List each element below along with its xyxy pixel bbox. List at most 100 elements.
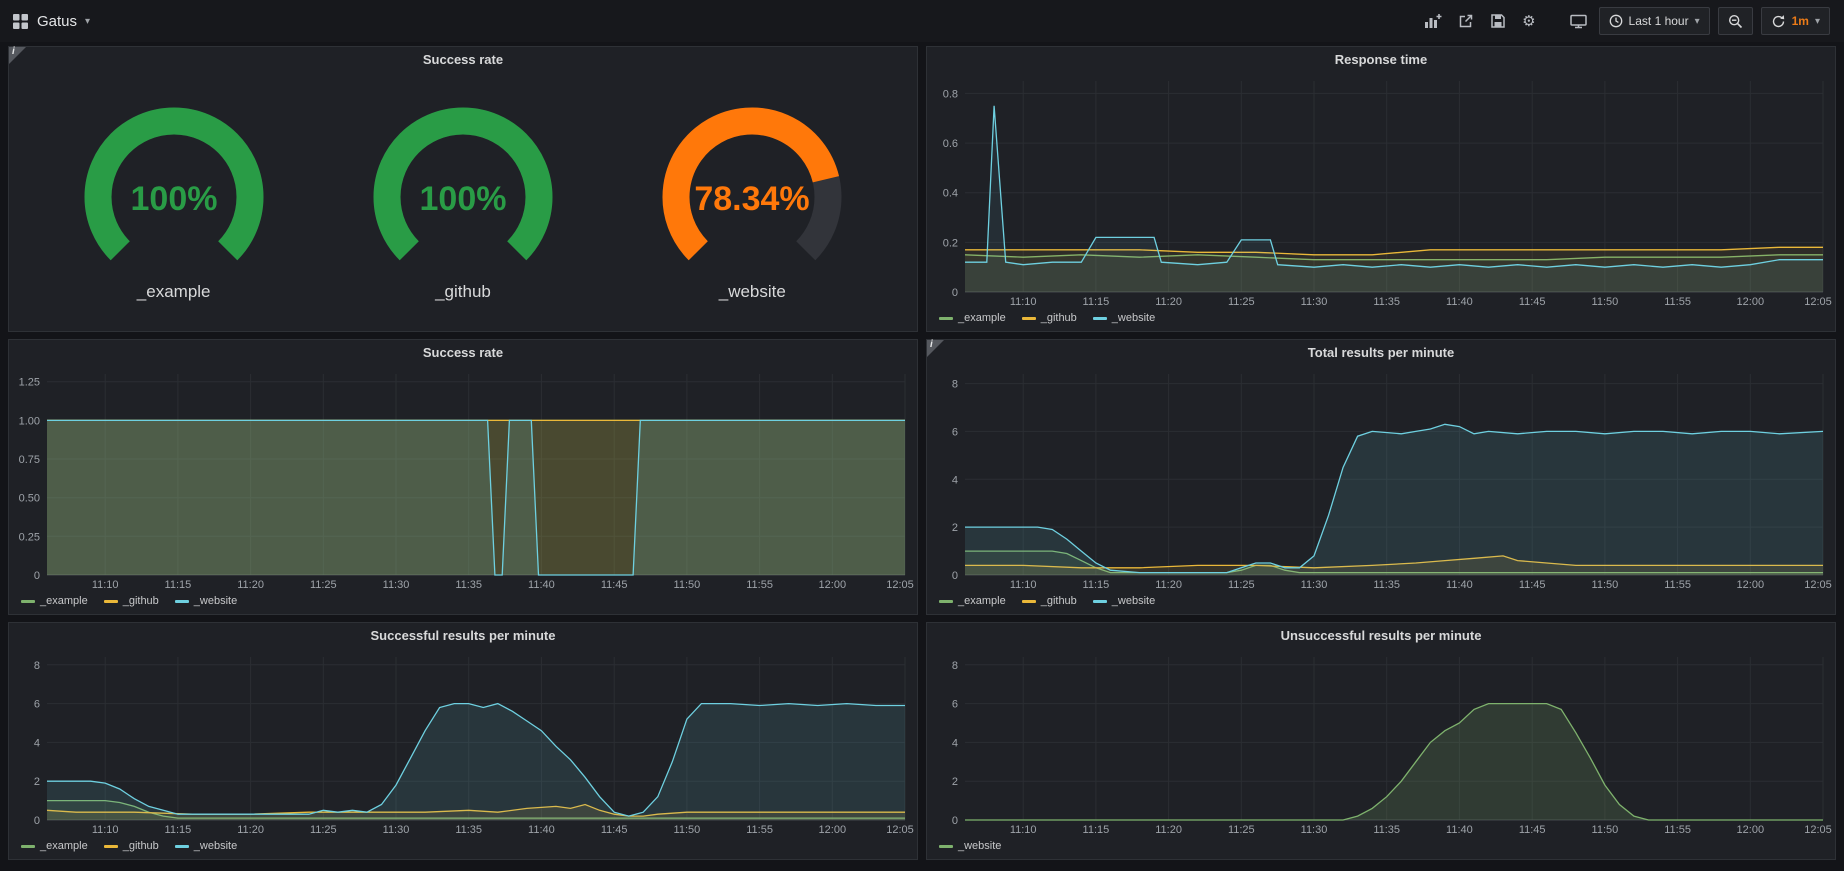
- legend-item[interactable]: _website: [175, 595, 237, 607]
- legend-item[interactable]: _example: [939, 312, 1006, 324]
- gauge-arc: 100%: [59, 103, 289, 280]
- x-tick-label: 12:05: [1804, 579, 1832, 591]
- y-tick-label: 0: [952, 570, 958, 582]
- dashboard-grid-icon[interactable]: [12, 13, 29, 30]
- x-tick-label: 11:30: [1301, 579, 1328, 591]
- x-tick-label: 12:00: [819, 824, 847, 836]
- legend-swatch-icon: [175, 845, 189, 848]
- y-tick-label: 1.25: [19, 377, 40, 389]
- dashboard-title[interactable]: Gatus: [37, 13, 77, 30]
- legend: _example _github _website: [927, 309, 1835, 331]
- y-tick-label: 0: [952, 815, 958, 827]
- panel-title[interactable]: Success rate: [9, 340, 917, 366]
- gauge-svg: 78.34%: [637, 103, 867, 275]
- x-tick-label: 11:15: [1083, 296, 1110, 308]
- legend: _website: [927, 837, 1835, 859]
- y-tick-label: 2: [952, 776, 958, 788]
- legend-item[interactable]: _github: [104, 840, 159, 852]
- refresh-icon: [1771, 14, 1786, 29]
- x-tick-label: 11:15: [1083, 824, 1110, 836]
- share-button[interactable]: [1454, 9, 1478, 33]
- x-tick-label: 11:45: [1519, 824, 1546, 836]
- legend-item[interactable]: _example: [939, 595, 1006, 607]
- x-tick-label: 12:00: [1737, 296, 1765, 308]
- y-tick-label: 0: [952, 287, 958, 299]
- panel-info-corner-icon[interactable]: [9, 47, 26, 64]
- legend-swatch-icon: [175, 600, 189, 603]
- x-tick-label: 12:05: [1804, 296, 1832, 308]
- success-rate-chart[interactable]: 00.250.500.751.001.2511:1011:1511:2011:2…: [9, 366, 917, 592]
- legend-swatch-icon: [1022, 600, 1036, 603]
- total-results-chart[interactable]: 0246811:1011:1511:2011:2511:3011:3511:40…: [927, 366, 1835, 592]
- panel-title[interactable]: Success rate: [9, 47, 917, 73]
- panel-info-corner-icon[interactable]: [927, 340, 944, 357]
- series-area: [47, 704, 905, 820]
- x-tick-label: 11:50: [674, 579, 701, 591]
- gauge-svg: 100%: [59, 103, 289, 275]
- legend-item[interactable]: _github: [104, 595, 159, 607]
- time-range-button[interactable]: Last 1 hour ▾: [1599, 7, 1710, 35]
- response-time-chart[interactable]: 00.20.40.60.811:1011:1511:2011:2511:3011…: [927, 73, 1835, 309]
- legend-swatch-icon: [939, 317, 953, 320]
- legend-item[interactable]: _website: [939, 840, 1001, 852]
- y-tick-label: 4: [34, 737, 40, 749]
- y-tick-label: 4: [952, 737, 958, 749]
- x-tick-label: 11:25: [1228, 824, 1255, 836]
- series-area: [47, 420, 905, 575]
- legend-item[interactable]: _github: [1022, 595, 1077, 607]
- gauge-label: _github: [435, 282, 491, 302]
- chart-svg: 0246811:1011:1511:2011:2511:3011:3511:40…: [9, 649, 917, 837]
- x-tick-label: 11:30: [383, 579, 410, 591]
- gauge-label: _website: [719, 282, 786, 302]
- panel-title[interactable]: Response time: [927, 47, 1835, 73]
- panel-title[interactable]: Unsuccessful results per minute: [927, 623, 1835, 649]
- y-tick-label: 0.25: [19, 531, 40, 543]
- x-tick-label: 11:20: [237, 579, 264, 591]
- legend-item[interactable]: _website: [175, 840, 237, 852]
- gauge-value: 78.34%: [695, 180, 810, 218]
- x-tick-label: 11:55: [1664, 296, 1691, 308]
- legend-swatch-icon: [939, 845, 953, 848]
- panel-success-rate-gauges: Success rate 100% _example 100% _github …: [8, 46, 918, 332]
- legend-item[interactable]: _website: [1093, 595, 1155, 607]
- zoom-out-icon: [1728, 14, 1743, 29]
- successful-results-chart[interactable]: 0246811:1011:1511:2011:2511:3011:3511:40…: [9, 649, 917, 837]
- unsuccessful-results-chart[interactable]: 0246811:1011:1511:2011:2511:3011:3511:40…: [927, 649, 1835, 837]
- cycle-view-button[interactable]: [1566, 9, 1591, 33]
- x-tick-label: 11:40: [528, 824, 555, 836]
- panel-successful-results: Successful results per minute 0246811:10…: [8, 622, 918, 860]
- y-tick-label: 8: [34, 660, 40, 672]
- save-button[interactable]: [1486, 9, 1510, 33]
- legend: _example _github _website: [9, 592, 917, 614]
- legend-item[interactable]: _example: [21, 595, 88, 607]
- dashboard-grid: Success rate 100% _example 100% _github …: [0, 42, 1844, 868]
- x-tick-label: 11:10: [1010, 579, 1037, 591]
- legend-item[interactable]: _website: [1093, 312, 1155, 324]
- panel-response-time: Response time 00.20.40.60.811:1011:1511:…: [926, 46, 1836, 332]
- legend-swatch-icon: [939, 600, 953, 603]
- legend-item[interactable]: _github: [1022, 312, 1077, 324]
- legend-item[interactable]: _example: [21, 840, 88, 852]
- x-tick-label: 11:50: [1592, 296, 1619, 308]
- refresh-button[interactable]: 1m ▾: [1761, 7, 1830, 35]
- legend-swatch-icon: [104, 600, 118, 603]
- y-tick-label: 6: [34, 699, 40, 711]
- panel-title[interactable]: Total results per minute: [927, 340, 1835, 366]
- y-tick-label: 0.6: [943, 138, 958, 150]
- panel-title[interactable]: Successful results per minute: [9, 623, 917, 649]
- x-tick-label: 11:35: [1373, 824, 1400, 836]
- panel-total-results: Total results per minute 0246811:1011:15…: [926, 339, 1836, 615]
- y-tick-label: 2: [34, 776, 40, 788]
- settings-button[interactable]: ⚙: [1518, 10, 1539, 33]
- add-panel-button[interactable]: [1420, 9, 1446, 33]
- chart-svg: 00.20.40.60.811:1011:1511:2011:2511:3011…: [927, 73, 1835, 309]
- series-area: [965, 704, 1823, 820]
- y-tick-label: 0.8: [943, 88, 958, 100]
- x-tick-label: 12:00: [1737, 824, 1765, 836]
- dashboard-caret-down-icon[interactable]: ▾: [85, 16, 90, 27]
- x-tick-label: 11:10: [1010, 824, 1037, 836]
- x-tick-label: 12:00: [819, 579, 847, 591]
- y-tick-label: 0.50: [19, 493, 40, 505]
- zoom-out-button[interactable]: [1718, 7, 1753, 35]
- x-tick-label: 11:10: [92, 579, 119, 591]
